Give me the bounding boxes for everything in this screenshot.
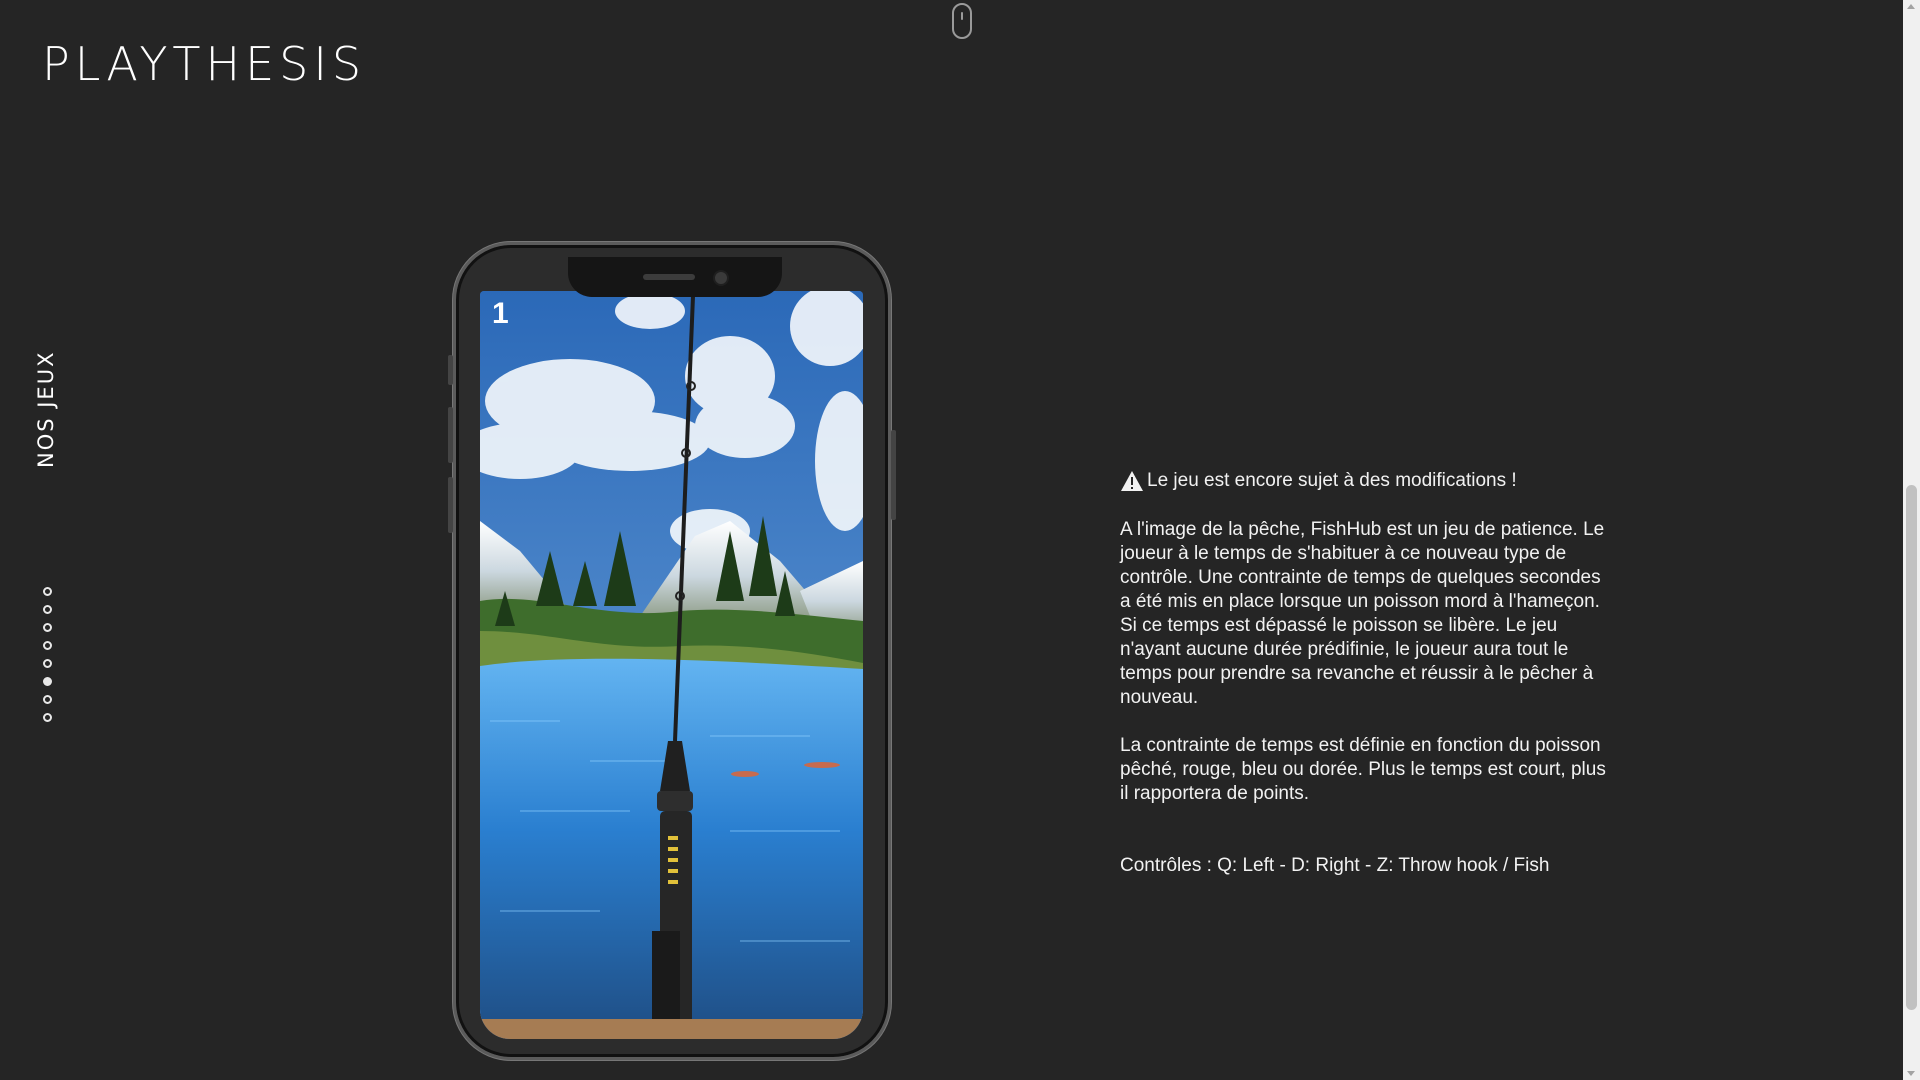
scroll-thumb[interactable]	[1906, 485, 1917, 1010]
site-logo[interactable]: PLAYTHESIS	[42, 40, 366, 88]
scroll-down-arrow-icon[interactable]	[1907, 1071, 1915, 1076]
game-description-paragraph-1: A l'image de la pêche, FishHub est un je…	[1120, 519, 1605, 708]
vertical-scrollbar[interactable]	[1903, 0, 1920, 1080]
section-title-nos-jeux: NOS JEUX	[34, 350, 58, 468]
warning-text: Le jeu est encore sujet à des modificati…	[1147, 470, 1517, 491]
page-dot-5[interactable]	[43, 659, 52, 668]
phone-notch	[568, 257, 782, 297]
game-level-number: 1	[492, 297, 509, 330]
page-dot-1[interactable]	[43, 587, 52, 596]
page-dot-3[interactable]	[43, 623, 52, 632]
game-controls-text: Contrôles : Q: Left - D: Right - Z: Thro…	[1120, 855, 1550, 876]
page-dot-2[interactable]	[43, 605, 52, 614]
page-dot-4[interactable]	[43, 641, 52, 650]
phone-silent-button	[448, 355, 453, 385]
phone-volume-down-button	[448, 477, 453, 533]
page-dot-7[interactable]	[43, 695, 52, 704]
game-description-panel: Le jeu est encore sujet à des modificati…	[1120, 470, 1610, 902]
fishing-scene-illustration	[480, 291, 863, 1039]
phone-camera	[713, 270, 729, 286]
game-description-paragraph-2: La contrainte de temps est définie en fo…	[1120, 735, 1606, 804]
scroll-up-arrow-icon[interactable]	[1907, 4, 1915, 9]
phone-speaker	[643, 274, 695, 280]
phone-mockup: 1	[448, 242, 896, 1060]
phone-power-button	[891, 430, 896, 520]
warning-message: Le jeu est encore sujet à des modificati…	[1120, 470, 1610, 492]
page-dot-6[interactable]	[43, 677, 52, 686]
page-navigation-dots	[43, 587, 57, 731]
scroll-mouse-icon	[952, 3, 972, 39]
phone-volume-up-button	[448, 407, 453, 463]
page-dot-8[interactable]	[43, 713, 52, 722]
game-screen[interactable]: 1	[480, 291, 863, 1039]
warning-triangle-icon	[1121, 471, 1143, 491]
